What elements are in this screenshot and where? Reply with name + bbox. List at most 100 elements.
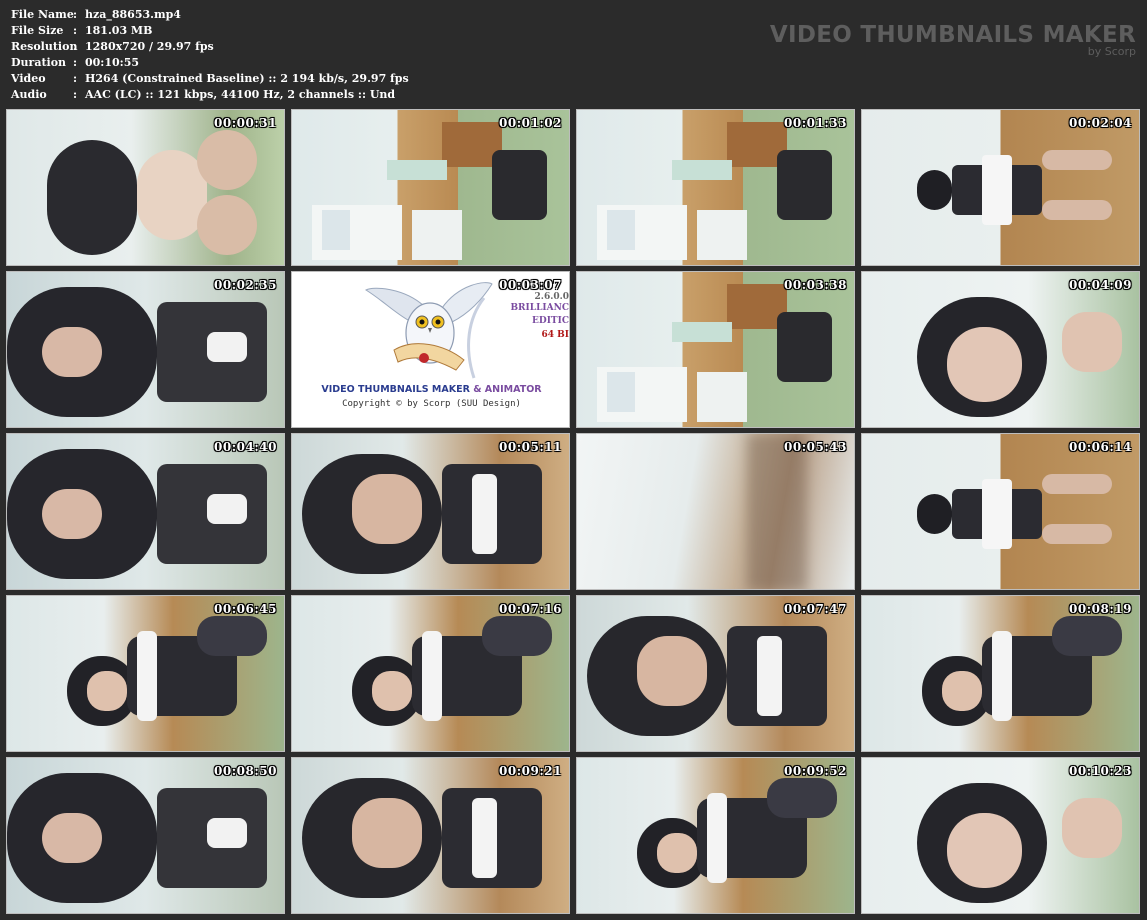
logo-name-main: VIDEO THUMBNAILS MAKER [321, 384, 470, 395]
thumbnail-timestamp: 00:01:02 [499, 116, 562, 130]
thumbnail-timestamp: 00:06:14 [1069, 440, 1132, 454]
file-name-value: hza_88653.mp4 [85, 8, 181, 21]
scene-shape [1042, 474, 1112, 494]
thumbnail-frame [577, 110, 854, 265]
resolution-value: 1280x720 / 29.97 fps [85, 40, 214, 53]
thumbnail-timestamp: 00:03:07 [499, 278, 562, 292]
file-name-label: File Name [11, 8, 74, 21]
separator: : [73, 88, 78, 101]
thumbnail-timestamp: 00:00:31 [214, 116, 277, 130]
scene-shape [492, 150, 547, 220]
scene-shape [472, 474, 497, 554]
scene-shape [757, 636, 782, 716]
scene-shape [947, 813, 1022, 888]
thumbnail: 00:00:31 [6, 109, 285, 266]
scene-shape [697, 372, 747, 422]
thumbnail: 00:02:35 [6, 271, 285, 428]
thumbnail: 00:01:33 [576, 109, 855, 266]
thumbnail-frame [862, 596, 1139, 751]
logo-bits: 64 BI [541, 330, 569, 340]
scene-shape [747, 434, 807, 589]
scene-shape [1062, 312, 1122, 372]
thumbnail-timestamp: 00:09:52 [784, 764, 847, 778]
thumbnail-timestamp: 00:08:50 [214, 764, 277, 778]
thumbnail-frame [862, 272, 1139, 427]
logo-edition-line-1: BRILLIANC [510, 303, 569, 313]
thumbnail-frame [7, 110, 284, 265]
separator: : [73, 40, 78, 53]
thumbnail-frame [862, 758, 1139, 913]
audio-row: Audio : AAC (LC) :: 121 kbps, 44100 Hz, … [11, 87, 409, 103]
scene-shape [372, 671, 412, 711]
scene-shape [1042, 150, 1112, 170]
thumbnail-grid: 00:00:31 00:01:02 00:01:33 00:02:04 00:02:35… [6, 109, 1142, 915]
scene-shape [1062, 798, 1122, 858]
thumbnail-frame [7, 272, 284, 427]
thumbnail-frame [292, 110, 569, 265]
thumbnail-frame: VIDEO THUMBNAILS MAKER & ANIMATOR Copyrig… [292, 272, 569, 427]
scene-shape [42, 327, 102, 377]
thumbnail: 00:08:50 [6, 757, 285, 914]
thumbnail: 00:04:40 [6, 433, 285, 590]
scene-shape [917, 494, 952, 534]
thumbnail-timestamp: 00:08:19 [1069, 602, 1132, 616]
separator: : [73, 8, 78, 21]
thumbnail-timestamp: 00:10:23 [1069, 764, 1132, 778]
video-label: Video [11, 72, 46, 85]
thumbnail-frame [862, 110, 1139, 265]
scene-shape [607, 372, 635, 412]
thumbnail-frame [862, 434, 1139, 589]
header: File Name : hza_88653.mp4 File Size : 18… [0, 0, 1147, 106]
scene-shape [352, 474, 422, 544]
thumbnail: 00:06:45 [6, 595, 285, 752]
scene-shape [197, 616, 267, 656]
thumbnail: 00:08:19 [861, 595, 1140, 752]
logo-version-block: 2.6.0.0 BRILLIANC EDITIC 64 BI [510, 292, 569, 342]
duration-value: 00:10:55 [85, 56, 140, 69]
thumbnail-timestamp: 00:09:21 [499, 764, 562, 778]
scene-shape [322, 210, 350, 250]
scene-shape [42, 813, 102, 863]
scene-shape [672, 160, 732, 180]
logo-version: 2.6.0.0 [534, 292, 569, 302]
logo-product-name: VIDEO THUMBNAILS MAKER & ANIMATOR [292, 384, 569, 395]
thumbnail-frame [577, 758, 854, 913]
scene-shape [917, 170, 952, 210]
scene-shape [942, 671, 982, 711]
scene-shape [637, 636, 707, 706]
logo-copyright: Copyright © by Scorp (SUU Design) [342, 399, 521, 409]
thumbnail-frame [7, 758, 284, 913]
thumbnail-timestamp: 00:02:04 [1069, 116, 1132, 130]
resolution-label: Resolution [11, 40, 78, 53]
scene-shape [87, 671, 127, 711]
brand-watermark: VIDEO THUMBNAILS MAKER by Scorp [770, 22, 1136, 58]
thumbnail-timestamp: 00:07:16 [499, 602, 562, 616]
scene-shape [707, 793, 727, 883]
thumbnail: 00:10:23 [861, 757, 1140, 914]
thumbnail: 00:03:38 [576, 271, 855, 428]
scene-shape [472, 798, 497, 878]
scene-shape [42, 489, 102, 539]
thumbnail-timestamp: 00:04:40 [214, 440, 277, 454]
resolution-row: Resolution : 1280x720 / 29.97 fps [11, 39, 409, 55]
scene-shape [412, 210, 462, 260]
scene-shape [777, 150, 832, 220]
scene-shape [657, 833, 697, 873]
thumbnail-frame [577, 272, 854, 427]
thumbnail: 00:07:47 [576, 595, 855, 752]
brand-title: VIDEO THUMBNAILS MAKER [769, 22, 1136, 48]
thumbnail-timestamp: 00:05:43 [784, 440, 847, 454]
scene-shape [1042, 200, 1112, 220]
file-name-row: File Name : hza_88653.mp4 [11, 7, 409, 23]
logo-name-suffix: & ANIMATOR [469, 384, 542, 395]
thumbnail-frame [292, 596, 569, 751]
thumbnail-frame [292, 434, 569, 589]
scene-shape [767, 778, 837, 818]
file-size-row: File Size : 181.03 MB [11, 23, 409, 39]
audio-value: AAC (LC) :: 121 kbps, 44100 Hz, 2 channe… [85, 88, 396, 101]
scene-shape [607, 210, 635, 250]
scene-shape [672, 322, 732, 342]
duration-label: Duration [11, 56, 67, 69]
scene-shape [992, 631, 1012, 721]
scene-shape [352, 798, 422, 868]
